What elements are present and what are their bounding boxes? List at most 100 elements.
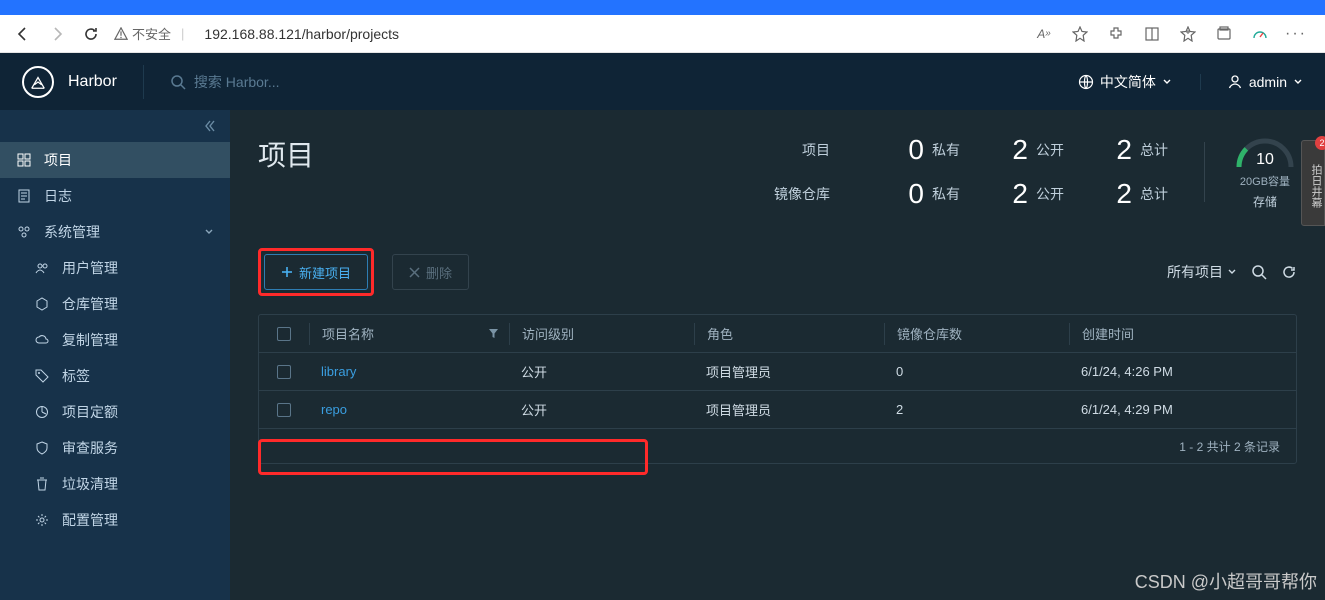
col-role[interactable]: 角色 [707,324,733,343]
extensions-icon[interactable] [1107,25,1125,43]
global-search[interactable] [170,74,1078,90]
text-size-icon[interactable]: A» [1035,25,1053,43]
stat-label-repos: 镜像仓库 [762,184,844,204]
stats-panel: 项目 0 私有 2 公开 2 总计 镜像仓库 0 私有 2 公开 2 总计 [762,134,1297,210]
stat-repos-public: 2 [1002,178,1036,210]
gauge-capacity: 20GB容量 [1233,173,1297,189]
sidebar-item-label: 复制管理 [62,330,118,350]
search-icon[interactable] [1251,264,1267,280]
chevron-down-icon [1227,267,1237,277]
users-icon [34,261,50,275]
stat-projects-private: 0 [844,134,932,166]
cell-created: 6/1/24, 4:26 PM [1069,364,1296,379]
language-label: 中文简体 [1100,72,1156,92]
table-header: 项目名称 访问级别 角色 镜像仓库数 创建时间 [259,315,1296,353]
url-text: 192.168.88.121/harbor/projects [204,26,399,42]
filter-label: 所有项目 [1167,262,1223,282]
browser-toolbar: 不安全 | 192.168.88.121/harbor/projects A» … [0,15,1325,53]
delete-button[interactable]: 删除 [392,254,469,290]
highlight-new-project: 新建项目 [258,248,374,296]
col-access[interactable]: 访问级别 [522,324,574,343]
sidebar-item-gc[interactable]: 垃圾清理 [0,466,230,502]
sidebar-item-labels[interactable]: 标签 [0,358,230,394]
projects-table: 项目名称 访问级别 角色 镜像仓库数 创建时间 library 公开 项目管理员… [258,314,1297,464]
project-link[interactable]: repo [321,402,347,417]
col-repocount[interactable]: 镜像仓库数 [897,324,962,343]
table-footer: 1 - 2 共计 2 条记录 [259,429,1296,463]
sidebar-item-config[interactable]: 配置管理 [0,502,230,538]
cell-role: 项目管理员 [694,400,884,419]
row-checkbox[interactable] [277,403,291,417]
plus-icon [281,266,293,278]
select-all-checkbox[interactable] [277,327,291,341]
storage-gauge: 10 20GB容量 存储 [1233,135,1297,210]
close-icon [409,267,420,278]
refresh-button[interactable] [80,23,102,45]
filter-icon[interactable] [488,328,499,339]
main-content: 项目 项目 0 私有 2 公开 2 总计 镜像仓库 0 私有 2 公开 2 [230,110,1325,600]
project-link[interactable]: library [321,364,356,379]
sidebar-item-label: 配置管理 [62,510,118,530]
watermark: CSDN @小超哥哥帮你 [1135,568,1317,594]
logs-icon [16,189,32,203]
col-created[interactable]: 创建时间 [1082,324,1134,343]
sidebar-item-system[interactable]: 系统管理 [0,214,230,250]
chevron-down-icon [1162,77,1172,87]
cell-role: 项目管理员 [694,362,884,381]
chevron-down-icon [204,227,214,237]
menu-icon[interactable]: ··· [1287,25,1305,43]
stat-repos-total: 2 [1106,178,1140,210]
new-project-button[interactable]: 新建项目 [264,254,368,290]
sidebar-item-label: 系统管理 [44,222,100,242]
projects-icon [16,153,32,167]
cell-repocount: 2 [884,402,1069,417]
delete-label: 删除 [426,263,452,282]
cell-access: 公开 [509,400,694,419]
refresh-icon[interactable] [1281,264,1297,280]
side-tab-label: 拍日井幕 [1310,164,1322,208]
stat-projects-total: 2 [1106,134,1140,166]
user-menu[interactable]: admin [1227,74,1303,90]
back-button[interactable] [12,23,34,45]
sidebar-item-quota[interactable]: 项目定额 [0,394,230,430]
app-header: Harbor 中文简体 admin [0,53,1325,110]
sidebar-item-registries[interactable]: 仓库管理 [0,286,230,322]
language-selector[interactable]: 中文简体 [1078,72,1172,92]
actions-row: 新建项目 删除 所有项目 [258,248,1297,296]
globe-icon [1078,74,1094,90]
side-tab[interactable]: 2 拍日井幕 [1301,140,1325,226]
sidebar-item-label: 审查服务 [62,438,118,458]
performance-icon[interactable] [1251,25,1269,43]
split-icon[interactable] [1143,25,1161,43]
app-icon[interactable] [1215,25,1233,43]
sidebar-item-replication[interactable]: 复制管理 [0,322,230,358]
chevron-down-icon [1293,77,1303,87]
sidebar: 项目 日志 系统管理 用户管理 仓库管理 复制管理 标签 项目定 [0,110,230,600]
harbor-logo [22,66,54,98]
stats-divider [1204,142,1205,202]
header-divider [143,65,144,99]
brand-name: Harbor [68,73,117,91]
sidebar-item-label: 日志 [44,186,72,206]
cell-repocount: 0 [884,364,1069,379]
collections-icon[interactable] [1179,25,1197,43]
search-icon [170,74,186,90]
stat-projects-public: 2 [1002,134,1036,166]
system-icon [16,225,32,239]
sidebar-item-interrogation[interactable]: 审查服务 [0,430,230,466]
project-filter-dropdown[interactable]: 所有项目 [1167,262,1237,282]
table-row: library 公开 项目管理员 0 6/1/24, 4:26 PM [259,353,1296,391]
col-name[interactable]: 项目名称 [322,324,374,343]
url-bar[interactable]: 不安全 | 192.168.88.121/harbor/projects [114,24,1023,43]
search-input[interactable] [194,74,394,90]
sidebar-collapse[interactable] [0,110,230,142]
forward-button[interactable] [46,23,68,45]
gauge-value: 10 [1233,151,1297,169]
user-icon [1227,74,1243,90]
sidebar-item-logs[interactable]: 日志 [0,178,230,214]
gauge-label: 存储 [1233,193,1297,210]
favorite-icon[interactable] [1071,25,1089,43]
row-checkbox[interactable] [277,365,291,379]
sidebar-item-users[interactable]: 用户管理 [0,250,230,286]
sidebar-item-projects[interactable]: 项目 [0,142,230,178]
